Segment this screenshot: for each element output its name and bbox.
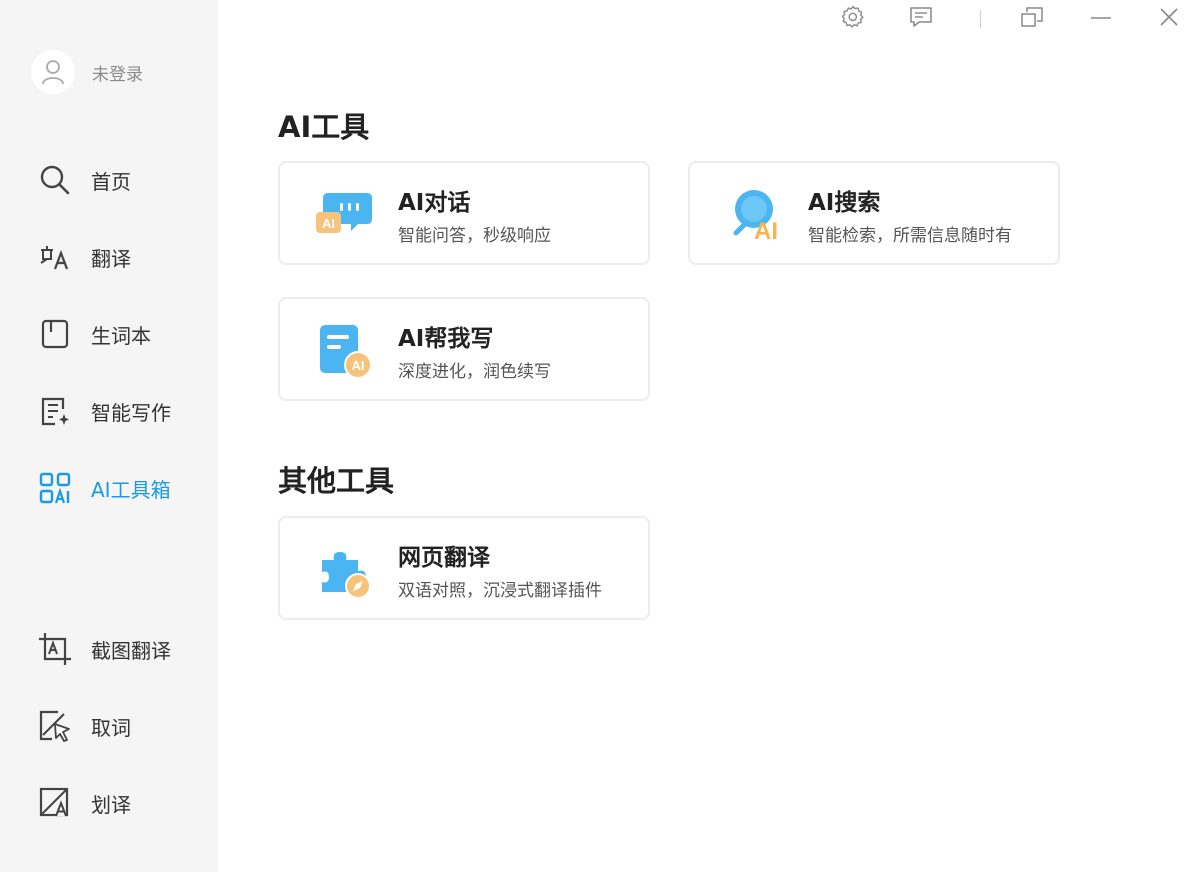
cursor-pick-icon xyxy=(38,709,72,743)
card-web-translate[interactable]: 网页翻译 双语对照，沉浸式翻译插件 xyxy=(278,516,650,620)
sidebar-item-screenshot-translate[interactable]: 截图翻译 xyxy=(38,629,171,669)
puzzle-plugin-icon xyxy=(314,540,374,600)
sidebar-item-word-pick[interactable]: 取词 xyxy=(38,706,131,746)
sidebar-item-writing[interactable]: 智能写作 xyxy=(38,391,171,431)
sidebar-item-label: 划译 xyxy=(91,792,131,817)
section-title-ai-tools: AI工具 xyxy=(278,110,370,144)
screenshot-icon xyxy=(38,632,72,666)
minimize-button[interactable] xyxy=(1088,4,1114,34)
toolbar-divider xyxy=(980,10,981,28)
card-ai-write[interactable]: AI AI帮我写 深度进化，润色续写 xyxy=(278,297,650,401)
minimize-icon xyxy=(1090,6,1112,32)
sidebar-item-home[interactable]: 首页 xyxy=(38,160,131,200)
card-description: 深度进化，润色续写 xyxy=(398,362,551,382)
card-description: 智能检索，所需信息随时有 xyxy=(808,226,1012,246)
ai-write-icon: AI xyxy=(314,321,374,381)
card-ai-chat[interactable]: AI AI对话 智能问答，秒级响应 xyxy=(278,161,650,265)
card-title: AI对话 xyxy=(398,190,471,216)
avatar[interactable] xyxy=(31,50,75,94)
sidebar: 未登录 首页 翻译 生词本 智能写作 AI工具箱 截图翻译 取词 划译 xyxy=(0,0,218,872)
search-icon xyxy=(38,163,72,197)
ai-toolbox-icon xyxy=(38,471,72,505)
feedback-button[interactable] xyxy=(908,4,934,34)
translate-icon xyxy=(38,240,72,274)
comment-icon xyxy=(909,5,933,33)
sidebar-item-label: 智能写作 xyxy=(91,400,171,425)
section-title-other-tools: 其他工具 xyxy=(278,464,395,498)
sidebar-item-translate[interactable]: 翻译 xyxy=(38,237,131,277)
notebook-icon xyxy=(38,317,72,351)
gear-icon xyxy=(841,5,865,33)
card-title: AI帮我写 xyxy=(398,326,494,352)
sidebar-item-ai-toolbox[interactable]: AI工具箱 xyxy=(38,468,171,508)
card-description: 双语对照，沉浸式翻译插件 xyxy=(398,581,602,601)
sidebar-item-label: 取词 xyxy=(91,715,131,740)
settings-button[interactable] xyxy=(840,4,866,34)
close-button[interactable] xyxy=(1156,4,1182,34)
user-status-label: 未登录 xyxy=(92,64,143,85)
ai-search-icon: AI xyxy=(724,185,784,245)
card-ai-search[interactable]: AI AI搜索 智能检索，所需信息随时有 xyxy=(688,161,1060,265)
card-title: AI搜索 xyxy=(808,190,881,216)
restore-button[interactable] xyxy=(1018,4,1046,34)
sidebar-item-label: 截图翻译 xyxy=(91,638,171,663)
sidebar-item-label: AI工具箱 xyxy=(91,477,171,502)
sidebar-item-label: 首页 xyxy=(91,169,131,194)
selection-translate-icon xyxy=(38,786,72,820)
ai-badge-text: AI xyxy=(754,218,778,245)
card-title: 网页翻译 xyxy=(398,545,490,571)
close-icon xyxy=(1158,6,1180,32)
ai-badge-text: AI xyxy=(352,358,365,373)
ai-badge-text: AI xyxy=(322,216,335,231)
restore-window-icon xyxy=(1020,6,1044,32)
sidebar-item-selection-translate[interactable]: 划译 xyxy=(38,783,131,823)
ai-chat-icon: AI xyxy=(314,185,374,245)
user-login[interactable]: 未登录 xyxy=(31,50,143,94)
sidebar-item-label: 生词本 xyxy=(91,323,151,348)
writing-icon xyxy=(38,394,72,428)
user-icon xyxy=(42,60,64,85)
card-description: 智能问答，秒级响应 xyxy=(398,226,551,246)
sidebar-item-vocabulary[interactable]: 生词本 xyxy=(38,314,151,354)
sidebar-item-label: 翻译 xyxy=(91,246,131,271)
